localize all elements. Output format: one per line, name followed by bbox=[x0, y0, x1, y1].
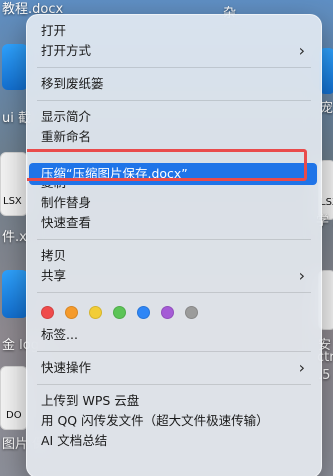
menu-item-get-info-label: 显示简介 bbox=[41, 109, 92, 124]
menu-item-compress[interactable]: 压缩“压缩图片保存.docx” bbox=[29, 163, 317, 185]
desktop-label-left-2: LSX bbox=[3, 196, 22, 207]
chevron-right-icon: › bbox=[298, 266, 305, 285]
desktop-label-left-5: DO bbox=[6, 410, 22, 421]
menu-item-move-to-trash-label: 移到废纸篓 bbox=[41, 76, 104, 91]
menu-item-tags-label: 标签... bbox=[41, 327, 78, 342]
menu-item-rename[interactable]: 重新命名 bbox=[27, 127, 321, 147]
menu-item-open[interactable]: 打开 bbox=[27, 21, 321, 41]
menu-item-open-with[interactable]: 打开方式 › bbox=[27, 41, 321, 61]
menu-item-quick-look[interactable]: 快速查看 bbox=[27, 213, 321, 233]
tag-red-dot[interactable] bbox=[41, 305, 54, 319]
menu-separator bbox=[37, 67, 311, 68]
menu-item-send-qq-label: 用 QQ 闪传发文件（超大文件极速传输） bbox=[41, 413, 269, 428]
tag-orange-dot[interactable] bbox=[65, 305, 78, 319]
menu-item-move-to-trash[interactable]: 移到废纸篓 bbox=[27, 74, 321, 94]
tag-gray-dot[interactable] bbox=[185, 305, 198, 319]
context-menu: 打开 打开方式 › 移到废纸篓 显示简介 重新命名 复制 制作替身 快速查看 bbox=[26, 14, 322, 476]
menu-item-get-info[interactable]: 显示简介 bbox=[27, 107, 321, 127]
tag-blue-dot[interactable] bbox=[137, 305, 150, 319]
tag-color-row bbox=[27, 299, 321, 325]
chevron-right-icon: › bbox=[298, 358, 305, 377]
menu-item-ai-summary[interactable]: AI 文档总结 bbox=[27, 431, 321, 451]
chevron-right-icon: › bbox=[298, 41, 305, 60]
menu-item-open-label: 打开 bbox=[41, 23, 67, 38]
menu-item-quick-actions[interactable]: 快速操作 › bbox=[27, 358, 321, 378]
context-menu-inner: 打开 打开方式 › 移到废纸篓 显示简介 重新命名 复制 制作替身 快速查看 bbox=[27, 15, 321, 476]
menu-item-quick-look-label: 快速查看 bbox=[41, 215, 92, 230]
desktop-folder[interactable] bbox=[2, 270, 28, 318]
menu-separator bbox=[37, 351, 311, 352]
menu-item-make-alias-label: 制作替身 bbox=[41, 195, 92, 210]
menu-item-rename-label: 重新命名 bbox=[41, 129, 92, 144]
menu-item-tags[interactable]: 标签... bbox=[27, 325, 321, 345]
menu-item-upload-wps-label: 上传到 WPS 云盘 bbox=[41, 393, 140, 408]
desktop-folder[interactable] bbox=[2, 44, 28, 90]
menu-item-share-label: 共享 bbox=[41, 268, 67, 283]
tag-green-dot[interactable] bbox=[113, 305, 126, 319]
menu-separator bbox=[37, 100, 311, 101]
menu-item-ai-summary-label: AI 文档总结 bbox=[41, 433, 108, 448]
menu-item-upload-wps[interactable]: 上传到 WPS 云盘 bbox=[27, 391, 321, 411]
menu-separator bbox=[37, 292, 311, 293]
desktop-label-left-3: 件.x bbox=[2, 230, 27, 245]
tag-yellow-dot[interactable] bbox=[89, 305, 102, 319]
menu-item-send-qq[interactable]: 用 QQ 闪传发文件（超大文件极速传输） bbox=[27, 411, 321, 431]
menu-separator bbox=[37, 384, 311, 385]
menu-separator bbox=[37, 239, 311, 240]
menu-item-share[interactable]: 共享 › bbox=[27, 266, 321, 286]
tag-purple-dot[interactable] bbox=[161, 305, 174, 319]
menu-item-compress-label: 压缩“压缩图片保存.docx” bbox=[41, 166, 188, 181]
menu-item-copy-label: 拷贝 bbox=[41, 248, 67, 263]
menu-item-copy[interactable]: 拷贝 bbox=[27, 246, 321, 266]
menu-item-quick-actions-label: 快速操作 bbox=[41, 360, 92, 375]
menu-item-make-alias[interactable]: 制作替身 bbox=[27, 193, 321, 213]
menu-item-open-with-label: 打开方式 bbox=[41, 43, 92, 58]
